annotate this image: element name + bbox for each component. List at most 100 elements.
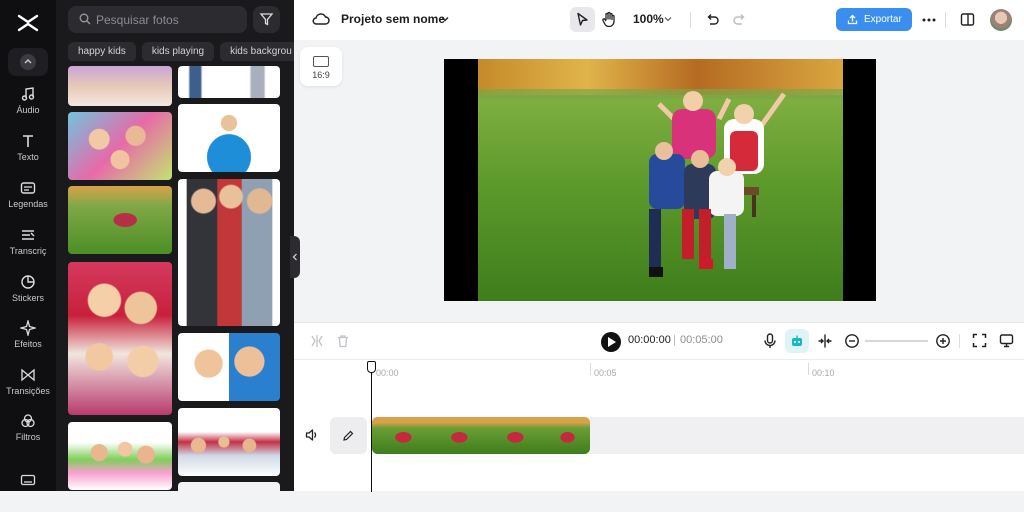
total-duration: 00:05:00 bbox=[680, 334, 723, 346]
upload-icon bbox=[847, 14, 858, 25]
photo-thumbnail[interactable] bbox=[68, 422, 172, 490]
photo-thumbnail[interactable] bbox=[68, 186, 172, 254]
more-options-icon[interactable] bbox=[922, 18, 936, 22]
photo-thumbnail[interactable] bbox=[178, 179, 280, 326]
avatar[interactable] bbox=[990, 9, 1012, 31]
select-tool-button[interactable] bbox=[570, 7, 595, 32]
search-suggestions: happy kids kids playing kids backgrou bbox=[68, 41, 294, 61]
chevron-left-icon bbox=[292, 253, 297, 261]
photo-thumbnail[interactable] bbox=[178, 408, 280, 476]
toolbar-divider bbox=[690, 12, 691, 28]
zoom-in-icon[interactable] bbox=[935, 333, 951, 349]
fit-timeline-icon[interactable] bbox=[817, 333, 833, 349]
sidebar-item-filters[interactable]: Filtros bbox=[0, 413, 56, 453]
search-box[interactable] bbox=[68, 6, 247, 33]
project-title[interactable]: Projeto sem nome bbox=[341, 12, 445, 26]
microphone-icon[interactable] bbox=[763, 333, 777, 349]
scroll-up-button[interactable] bbox=[8, 48, 48, 76]
chevron-down-icon[interactable] bbox=[663, 14, 673, 24]
playhead-handle[interactable] bbox=[367, 361, 376, 373]
aspect-ratio-button[interactable]: 16:9 bbox=[300, 47, 342, 86]
auto-captions-button[interactable] bbox=[785, 329, 809, 353]
pencil-icon bbox=[343, 430, 354, 441]
export-button[interactable]: Exportar bbox=[836, 8, 912, 31]
collapse-panel-handle[interactable] bbox=[290, 236, 300, 278]
photo-thumbnail[interactable] bbox=[178, 66, 280, 98]
delete-icon[interactable] bbox=[336, 334, 350, 348]
layout-panel-icon[interactable] bbox=[960, 12, 975, 27]
timeline-divider bbox=[959, 334, 960, 348]
top-toolbar: Projeto sem nome 100% Exportar bbox=[294, 0, 1024, 40]
clip-frame bbox=[484, 417, 541, 454]
photo-thumbnail[interactable] bbox=[68, 262, 172, 415]
sidebar-item-label: Texto bbox=[17, 152, 39, 162]
sidebar-item-more[interactable] bbox=[0, 472, 56, 512]
zoom-slider[interactable] bbox=[865, 340, 928, 342]
sidebar-item-transcript[interactable]: Transcriç bbox=[0, 227, 56, 267]
filter-icon bbox=[259, 13, 274, 26]
split-icon[interactable] bbox=[310, 334, 324, 348]
sidebar-item-audio[interactable]: Áudio bbox=[0, 86, 56, 126]
redo-icon[interactable] bbox=[732, 12, 747, 27]
ruler-tick: 00:05 bbox=[594, 368, 617, 378]
playhead[interactable] bbox=[367, 361, 376, 492]
undo-icon[interactable] bbox=[705, 12, 720, 27]
sidebar-item-captions[interactable]: Legendas bbox=[0, 180, 56, 220]
sidebar-item-label: Stickers bbox=[11, 293, 44, 303]
sidebar-item-label: Transcriç bbox=[9, 246, 47, 256]
search-input[interactable] bbox=[96, 11, 236, 28]
speaker-icon[interactable] bbox=[305, 428, 319, 442]
sidebar-item-label: Legendas bbox=[8, 199, 48, 209]
cursor-arrow-icon bbox=[577, 12, 588, 26]
sidebar-item-stickers[interactable]: Stickers bbox=[0, 274, 56, 314]
chevron-down-icon[interactable] bbox=[440, 14, 450, 24]
photos-panel: happy kids kids playing kids backgrou bbox=[56, 0, 294, 491]
ruler-tick: 00:00 bbox=[376, 368, 399, 378]
time-separator: | bbox=[673, 334, 676, 346]
transitions-icon bbox=[21, 368, 35, 382]
sidebar-item-effects[interactable]: Efeitos bbox=[0, 320, 56, 360]
hand-tool-icon[interactable] bbox=[601, 11, 617, 28]
edit-track-button[interactable] bbox=[330, 417, 367, 454]
play-button[interactable] bbox=[601, 332, 621, 352]
keyboard-icon bbox=[20, 474, 36, 486]
photo-thumbnail[interactable] bbox=[68, 112, 172, 180]
photo-thumbnail[interactable] bbox=[178, 333, 280, 401]
suggestion-chip[interactable]: happy kids bbox=[68, 42, 136, 61]
chevron-up-icon bbox=[24, 59, 32, 64]
effects-icon bbox=[20, 320, 36, 336]
sidebar-item-label: Transições bbox=[6, 386, 50, 396]
photo-thumbnail[interactable] bbox=[178, 482, 280, 491]
zoom-out-icon[interactable] bbox=[844, 333, 860, 349]
search-icon bbox=[79, 13, 91, 25]
captions-icon bbox=[20, 182, 36, 194]
photo-thumbnail[interactable] bbox=[68, 66, 172, 106]
clip-frame bbox=[372, 417, 429, 454]
zoom-level[interactable]: 100% bbox=[633, 12, 664, 26]
timeline-ruler[interactable]: 00:00 00:05 00:10 bbox=[294, 359, 1024, 378]
video-clip[interactable] bbox=[372, 417, 590, 454]
clip-frame bbox=[428, 417, 485, 454]
suggestion-chip[interactable]: kids backgrou bbox=[220, 42, 294, 61]
sticker-icon bbox=[21, 275, 35, 289]
ai-robot-icon bbox=[792, 335, 802, 346]
current-time: 00:00:00 bbox=[628, 334, 671, 346]
preview-image bbox=[478, 59, 843, 301]
sidebar-item-text[interactable]: Texto bbox=[0, 133, 56, 173]
ruler-tick-line bbox=[808, 363, 809, 375]
sidebar-item-transitions[interactable]: Transições bbox=[0, 367, 56, 407]
preview-canvas[interactable] bbox=[444, 59, 876, 301]
monitor-icon[interactable] bbox=[999, 333, 1014, 348]
photo-thumbnail[interactable] bbox=[178, 104, 280, 172]
capcut-logo-icon[interactable] bbox=[16, 12, 40, 34]
suggestion-chip[interactable]: kids playing bbox=[141, 42, 215, 61]
play-icon bbox=[608, 337, 616, 347]
fullscreen-icon[interactable] bbox=[972, 333, 987, 348]
music-note-icon bbox=[21, 87, 35, 101]
toolbar-divider bbox=[945, 12, 946, 28]
left-sidebar: Áudio Texto Legendas Transcriç Stickers … bbox=[0, 0, 56, 491]
cloud-icon[interactable] bbox=[312, 11, 330, 27]
ruler-tick-line bbox=[590, 363, 591, 375]
aspect-ratio-label: 16:9 bbox=[312, 70, 330, 80]
filter-button[interactable] bbox=[253, 6, 280, 33]
